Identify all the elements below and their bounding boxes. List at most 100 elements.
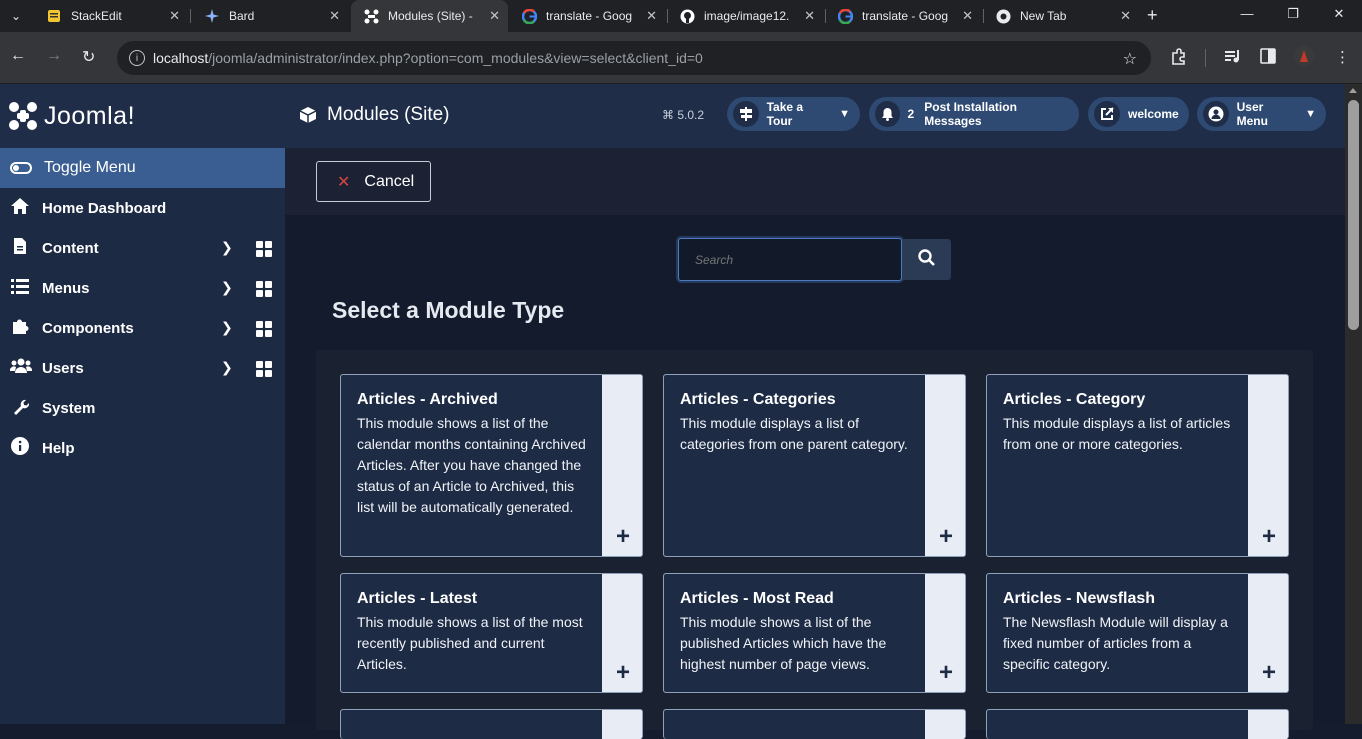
post-install-label: Post Installation Messages bbox=[924, 100, 1017, 128]
post-installation-messages-button[interactable]: 2 Post Installation Messages bbox=[869, 97, 1079, 131]
module-card[interactable]: Articles - Latest This module shows a li… bbox=[340, 573, 643, 693]
sidebar-item-home-dashboard[interactable]: Home Dashboard bbox=[0, 188, 285, 228]
plus-icon[interactable]: + bbox=[939, 661, 953, 685]
bookmark-star-icon[interactable]: ☆ bbox=[1123, 49, 1137, 69]
media-control-icon[interactable] bbox=[1224, 48, 1241, 68]
minimize-icon[interactable]: — bbox=[1237, 6, 1257, 21]
window-close-icon[interactable]: ✕ bbox=[1329, 6, 1349, 22]
extensions-icon[interactable] bbox=[1170, 48, 1187, 69]
take-tour-label: Take a Tour bbox=[766, 100, 804, 128]
module-card[interactable]: Articles - Newsflash The Newsflash Modul… bbox=[986, 573, 1289, 693]
plus-icon[interactable]: + bbox=[616, 661, 630, 685]
plus-icon[interactable]: + bbox=[616, 525, 630, 549]
module-card[interactable]: Articles - Categories This module displa… bbox=[663, 374, 966, 557]
dashboard-grid-icon[interactable] bbox=[256, 361, 272, 377]
url-input[interactable]: i localhost/joomla/administrator/index.p… bbox=[117, 41, 1151, 75]
sidebar-item-label: Components bbox=[42, 319, 134, 337]
back-icon[interactable]: ← bbox=[10, 47, 26, 65]
sidebar-item-help[interactable]: Help bbox=[0, 428, 285, 468]
tab-search-dropdown[interactable]: ⌄ bbox=[6, 6, 26, 26]
browser-tab[interactable]: translate - Goog ✕ bbox=[509, 0, 665, 32]
joomla-logo[interactable]: Joomla! bbox=[0, 84, 285, 148]
sidebar-item-content[interactable]: Content ❯ bbox=[0, 228, 285, 268]
close-icon[interactable]: ✕ bbox=[169, 8, 180, 24]
close-icon[interactable]: ✕ bbox=[646, 8, 657, 24]
chevron-right-icon[interactable]: ❯ bbox=[221, 319, 233, 336]
plus-icon[interactable]: + bbox=[1262, 525, 1276, 549]
module-card-title: Articles - Category bbox=[1003, 391, 1146, 408]
plus-icon[interactable]: + bbox=[1262, 661, 1276, 685]
module-card-title: Articles - Newsflash bbox=[1003, 590, 1156, 607]
scroll-up-arrow-icon[interactable] bbox=[1349, 88, 1357, 93]
welcome-label: welcome bbox=[1128, 107, 1179, 121]
module-card[interactable]: Articles - Archived This module shows a … bbox=[340, 374, 643, 557]
tab-title: Bard bbox=[229, 9, 255, 23]
take-tour-button[interactable]: Take a Tour ▼ bbox=[727, 97, 860, 131]
page-scrollbar[interactable] bbox=[1345, 84, 1362, 724]
new-tab-button[interactable]: + bbox=[1147, 5, 1158, 26]
version-number: 5.0.2 bbox=[677, 108, 705, 122]
restore-icon[interactable]: ❐ bbox=[1283, 6, 1303, 22]
browser-tab[interactable]: image/image12. ✕ bbox=[667, 0, 823, 32]
scrollbar-thumb[interactable] bbox=[1348, 100, 1359, 330]
file-icon bbox=[10, 237, 30, 260]
github-icon bbox=[679, 8, 695, 24]
users-icon bbox=[9, 358, 33, 379]
sidebar-item-label: Users bbox=[42, 359, 84, 377]
toggle-menu-button[interactable]: Toggle Menu bbox=[0, 148, 285, 188]
side-panel-icon[interactable] bbox=[1260, 48, 1276, 68]
browser-tab-active[interactable]: Modules (Site) - ✕ bbox=[351, 0, 508, 32]
sidebar-item-menus[interactable]: Menus ❯ bbox=[0, 268, 285, 308]
cancel-button[interactable]: ✕ Cancel bbox=[316, 161, 431, 202]
search-input[interactable] bbox=[678, 238, 902, 281]
sidebar-item-components[interactable]: Components ❯ bbox=[0, 308, 285, 348]
tab-title: translate - Goog bbox=[862, 9, 948, 23]
chevron-right-icon[interactable]: ❯ bbox=[221, 359, 233, 376]
profile-avatar[interactable] bbox=[1294, 46, 1314, 70]
signpost-icon bbox=[733, 101, 759, 127]
module-card-description: This module shows a list of the publishe… bbox=[680, 614, 887, 672]
section-title: Select a Module Type bbox=[332, 297, 565, 323]
search-button[interactable] bbox=[902, 239, 951, 280]
list-icon bbox=[10, 278, 30, 299]
info-icon bbox=[10, 436, 30, 460]
user-menu-button[interactable]: User Menu ▼ bbox=[1197, 97, 1326, 131]
sidebar-item-system[interactable]: System bbox=[0, 388, 285, 428]
welcome-button[interactable]: welcome bbox=[1088, 97, 1189, 131]
search-icon bbox=[918, 248, 935, 271]
browser-tab[interactable]: translate - Goog ✕ bbox=[825, 0, 981, 32]
chrome-icon bbox=[995, 8, 1011, 24]
close-icon[interactable]: ✕ bbox=[962, 8, 973, 24]
admin-header: Modules (Site) ⌘ 5.0.2 Take a Tour ▼ 2 P… bbox=[285, 84, 1345, 148]
plus-icon[interactable]: + bbox=[939, 525, 953, 549]
toggle-icon bbox=[10, 162, 32, 174]
close-icon[interactable]: ✕ bbox=[804, 8, 815, 24]
module-card-grid: Articles - Archived This module shows a … bbox=[316, 350, 1313, 739]
chevron-right-icon[interactable]: ❯ bbox=[221, 239, 233, 256]
chrome-menu-icon[interactable]: ⋮ bbox=[1335, 48, 1350, 66]
module-card-partial[interactable] bbox=[340, 709, 643, 739]
browser-tab[interactable]: Bard ✕ bbox=[192, 0, 348, 32]
module-card[interactable]: Articles - Category This module displays… bbox=[986, 374, 1289, 557]
reload-icon[interactable]: ↻ bbox=[82, 47, 95, 67]
browser-tab[interactable]: New Tab ✕ bbox=[983, 0, 1139, 32]
sidebar-item-label: Content bbox=[42, 239, 99, 257]
forward-icon[interactable]: → bbox=[46, 47, 62, 65]
browser-tab[interactable]: StackEdit ✕ bbox=[34, 0, 188, 32]
main-content: Select a Module Type Articles - Archived… bbox=[285, 215, 1345, 739]
module-card-partial[interactable] bbox=[986, 709, 1289, 739]
bell-icon bbox=[875, 101, 900, 127]
tab-title: Modules (Site) - bbox=[388, 9, 473, 23]
module-card[interactable]: Articles - Most Read This module shows a… bbox=[663, 573, 966, 693]
module-card-description: This module displays a list of categorie… bbox=[680, 415, 908, 452]
close-icon[interactable]: ✕ bbox=[329, 8, 340, 24]
dashboard-grid-icon[interactable] bbox=[256, 281, 272, 297]
module-card-partial[interactable] bbox=[663, 709, 966, 739]
chevron-right-icon[interactable]: ❯ bbox=[221, 279, 233, 296]
dashboard-grid-icon[interactable] bbox=[256, 321, 272, 337]
close-icon[interactable]: ✕ bbox=[489, 8, 500, 24]
sidebar-item-users[interactable]: Users ❯ bbox=[0, 348, 285, 388]
site-info-icon[interactable]: i bbox=[129, 50, 145, 66]
close-icon[interactable]: ✕ bbox=[1120, 8, 1131, 24]
dashboard-grid-icon[interactable] bbox=[256, 241, 272, 257]
